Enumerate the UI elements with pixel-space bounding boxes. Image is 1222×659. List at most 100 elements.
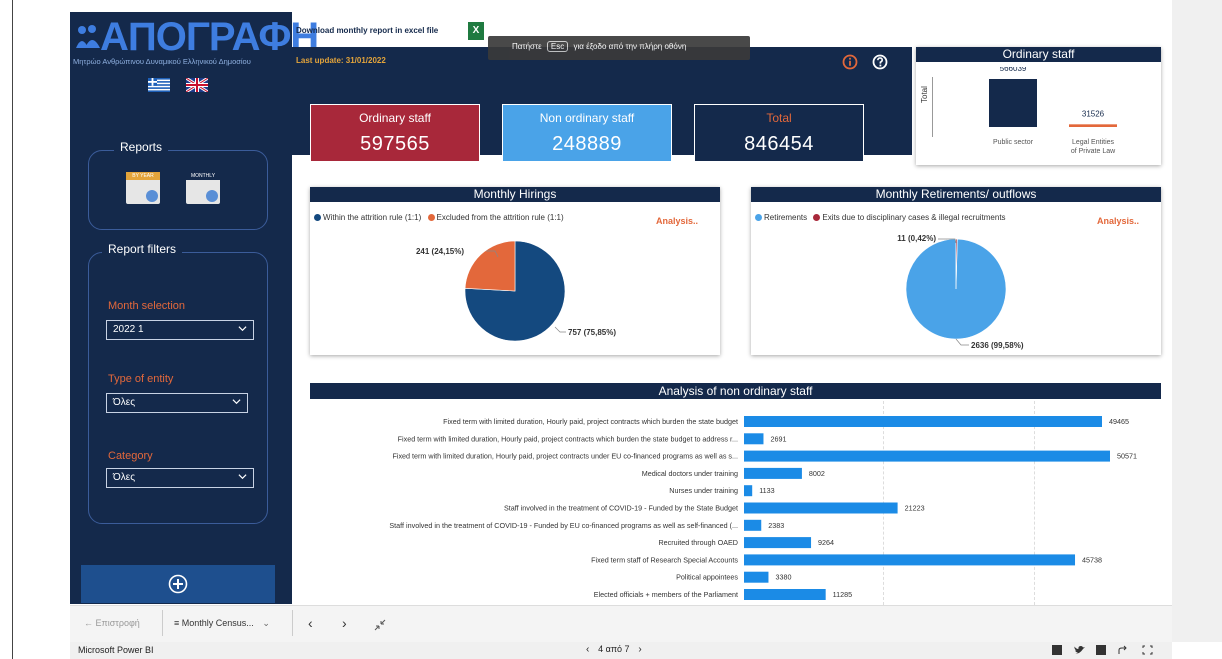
kpi-non-ordinary-title: Non ordinary staff (539, 111, 635, 125)
info-icon[interactable] (842, 54, 858, 70)
bar[interactable] (744, 485, 753, 497)
chevron-right-icon: › (342, 615, 347, 631)
reports-box (88, 150, 268, 230)
kpi-total-title: Total (766, 111, 792, 125)
excel-icon-letter: X (472, 25, 480, 36)
axis-line (932, 77, 933, 137)
bar-category-label: Fixed term with limited duration, Hourly… (443, 417, 738, 426)
bar-value-label: 2383 (768, 521, 784, 530)
back-arrow-icon: ← (84, 618, 93, 628)
fullscreen-icon[interactable] (1142, 645, 1153, 655)
back-label: Επιστροφή (95, 618, 140, 628)
bar-category-label: Political appointees (676, 573, 738, 582)
ordinary-bar (1069, 124, 1117, 127)
share-icon[interactable] (1118, 645, 1129, 655)
prev-page-button[interactable]: ‹ (308, 615, 313, 631)
bar-value-label: 50571 (1117, 452, 1137, 461)
bar[interactable] (744, 571, 769, 583)
bar-value-label: 21223 (905, 504, 925, 513)
bar-category-label: Fixed term with limited duration, Hourly… (398, 434, 738, 443)
hirings-pie: 757 (75,85%) 241 (24,15%) (416, 240, 616, 342)
report-by-year-icon[interactable]: BY YEAR (126, 172, 160, 204)
chevron-left-icon: ‹ (308, 615, 313, 631)
report-monthly-band: MONTHLY (186, 172, 220, 180)
people-icon (76, 25, 100, 48)
entity-type-dropdown[interactable]: Όλες (106, 393, 248, 413)
non-ordinary-panel: Analysis of non ordinary staff Fixed ter… (310, 383, 1161, 605)
bar-category-label: Medical doctors under training (642, 469, 738, 478)
non-ordinary-bar-chart: Fixed term with limited duration, Hourly… (389, 416, 1137, 600)
chevron-down-icon (238, 326, 247, 332)
retirements-pie: 2636 (99,58%) 11 (0,42%) (897, 234, 1024, 350)
ordinary-axis-label: Total (920, 86, 929, 103)
kpi-total-value: 846454 (744, 133, 814, 155)
bar[interactable] (744, 519, 762, 531)
app-name: Microsoft Power BI (78, 645, 154, 655)
excel-icon[interactable]: X (468, 22, 484, 40)
filters-title: Report filters (102, 242, 183, 256)
category-dropdown[interactable]: Όλες (106, 468, 254, 488)
bar[interactable] (744, 450, 1110, 462)
divider (292, 610, 293, 636)
bar-category-label: Staff involved in the treatment of COVID… (504, 504, 738, 513)
report-monthly-icon[interactable]: MONTHLY (186, 172, 220, 204)
prev-page-icon[interactable]: ‹ (586, 644, 589, 655)
bar[interactable] (744, 416, 1102, 427)
bar[interactable] (744, 467, 802, 479)
ordinary-bar-value: 566039 (1000, 67, 1027, 73)
pie-leader-line (554, 326, 566, 333)
greek-flag-icon[interactable] (148, 78, 170, 92)
bar-value-label: 1133 (759, 486, 774, 495)
next-page-icon[interactable]: › (638, 644, 641, 655)
reports-title: Reports (114, 140, 169, 154)
plus-circle-icon (168, 574, 188, 594)
ordinary-bar-chart: 566039 31526 Public sector Legal Entities of… (989, 67, 1117, 155)
bar[interactable] (744, 502, 898, 514)
next-page-button[interactable]: › (342, 615, 347, 631)
page-indicator: ‹ 4 από 7 › (586, 644, 642, 655)
pie-leader-line (955, 338, 969, 346)
hirings-panel: Monthly Hirings Within the attrition rul… (310, 187, 720, 355)
month-selection-dropdown[interactable]: 2022 1 (106, 320, 254, 340)
chevron-down-icon (232, 399, 241, 405)
uk-flag-icon[interactable] (186, 78, 208, 92)
kpi-ordinary-staff: Ordinary staff 597565 (310, 104, 480, 162)
retirements-panel: Monthly Retirements/ outflows Retirement… (751, 187, 1161, 355)
report-nav-bar: ← Επιστροφή ≡ Monthly Census... ⌄ ‹ › (70, 605, 1172, 642)
bar-value-label: 11285 (833, 590, 852, 599)
page-border-left (12, 0, 13, 659)
month-selection-value: 2022 1 (113, 324, 144, 335)
facebook-icon[interactable] (1052, 645, 1062, 655)
logo-subtitle: Μητρώο Ανθρώπινου Δυναμικού Ελληνικού Δη… (73, 57, 251, 66)
ordinary-bar-value: 31526 (1082, 109, 1105, 118)
back-button[interactable]: ← Επιστροφή (84, 618, 140, 628)
category-value: Όλες (113, 472, 136, 483)
last-update-text: Last update: 31/01/2022 (296, 56, 386, 65)
bar[interactable] (744, 554, 1076, 566)
linkedin-icon[interactable] (1096, 645, 1106, 655)
bar[interactable] (744, 433, 764, 445)
ordinary-category-label: of Private Law (1071, 148, 1116, 155)
status-bar: Microsoft Power BI ‹ 4 από 7 › (70, 642, 1172, 659)
bar[interactable] (744, 537, 812, 549)
bar-value-label: 45738 (1082, 555, 1102, 564)
bar-category-label: Fixed term with limited duration, Hourly… (392, 452, 738, 461)
entity-type-value: Όλες (113, 397, 136, 408)
bar-value-label: 49465 (1109, 417, 1129, 426)
help-icon[interactable] (872, 54, 888, 70)
twitter-icon[interactable] (1074, 645, 1085, 655)
divider (162, 610, 163, 636)
arrow-badge-icon (146, 190, 158, 202)
download-excel-link[interactable]: Download monthly report in excel file (296, 26, 438, 35)
ordinary-staff-title: Ordinary staff (916, 47, 1161, 62)
bar[interactable] (744, 589, 826, 600)
report-by-year-band: BY YEAR (126, 172, 160, 180)
chevron-down-icon (238, 474, 247, 480)
kpi-total: Total 846454 (694, 104, 864, 162)
page-menu[interactable]: ≡ Monthly Census... ⌄ (174, 618, 270, 629)
add-button[interactable] (81, 565, 275, 603)
toast-text-before: Πατήστε (512, 42, 542, 51)
exit-fullscreen-icon[interactable] (374, 619, 386, 631)
kpi-ordinary-value: 597565 (360, 133, 430, 155)
bar-category-label: Elected officials + members of the Parli… (594, 590, 738, 599)
